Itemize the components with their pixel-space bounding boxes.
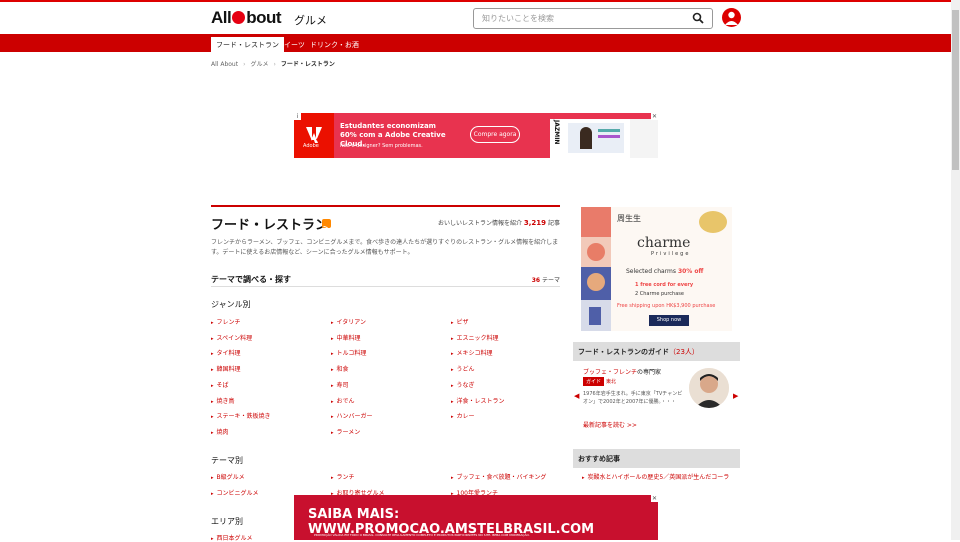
guide-avatar[interactable] bbox=[689, 368, 729, 408]
recommend-item[interactable]: ▸ 炭酸水とハイボールの歴史5／英国派が生んだコーラ bbox=[582, 472, 732, 481]
channel-title[interactable]: グルメ bbox=[294, 12, 327, 28]
guide-bio: 1976年岩手生まれ。手に東京「TVチャンピオン」で2002年と2007年に優勝… bbox=[583, 391, 683, 405]
list-item[interactable]: 寿司 bbox=[331, 380, 349, 389]
ad-bottom-close-icon[interactable]: ✕ bbox=[651, 495, 658, 502]
rss-icon[interactable] bbox=[322, 219, 331, 233]
main-content: フード・レストラン おいしいレストラン情報を紹介 3,219 記事 フレンチから… bbox=[211, 205, 560, 542]
list-item[interactable]: エスニック料理 bbox=[451, 333, 499, 342]
guide-more-link[interactable]: 最新記事を読む >> bbox=[583, 420, 637, 429]
theme-header: テーマで調べる・探す 36 テーマ bbox=[211, 267, 560, 287]
list-item[interactable]: ステーキ・鉄板焼き bbox=[211, 411, 271, 420]
theme-count: 36 テーマ bbox=[531, 277, 560, 284]
ad-bottom-fineprint: PROMOÇÃO VÁLIDA EM TODO O BRASIL. CONSUL… bbox=[314, 533, 530, 537]
list-item[interactable]: 和食 bbox=[331, 364, 349, 373]
ad-brand-name: charme bbox=[637, 235, 691, 251]
category-description: フレンチからラーメン、ブッフェ、コンビニグルメまで。食べ歩きの達人たちが選りすぐ… bbox=[211, 239, 559, 256]
list-item[interactable]: 焼肉 bbox=[211, 427, 229, 436]
list-item[interactable]: ランチ bbox=[331, 472, 355, 481]
nav-tab-drink[interactable]: ドリンク・お酒 bbox=[305, 37, 364, 52]
list-item[interactable]: 西日本グルメ bbox=[211, 533, 253, 542]
search-icon[interactable] bbox=[692, 12, 704, 24]
category-nav: フード・レストラン スイーツ ドリンク・お酒 bbox=[0, 34, 951, 52]
guide-area: 東北 bbox=[606, 379, 617, 385]
amstel-banner-ad[interactable]: SAIBA MAIS: WWW.PROMOCAO.AMSTELBRASIL.CO… bbox=[294, 495, 658, 540]
search-placeholder: 知りたいことを検索 bbox=[482, 14, 554, 23]
list-item[interactable]: イタリアン bbox=[331, 317, 367, 326]
ad-info-icon[interactable]: i bbox=[294, 113, 301, 120]
list-item[interactable]: 焼き鳥 bbox=[211, 396, 235, 405]
theme-section-title: テーマ別 bbox=[211, 456, 243, 465]
list-item[interactable]: カレー bbox=[451, 411, 475, 420]
guide-box-header: フード・レストランのガイド（23人） bbox=[573, 342, 740, 361]
list-item[interactable]: ピザ bbox=[451, 317, 469, 326]
adobe-banner-ad[interactable]: Adobe Estudantes economizam 60% com a Ad… bbox=[294, 113, 658, 158]
ad-close-icon[interactable]: ✕ bbox=[651, 113, 658, 120]
scrollbar-thumb[interactable] bbox=[952, 10, 959, 170]
ad-offer-line2: 1 free cord for every bbox=[635, 282, 694, 288]
guide-profile: ◀ ブッフェ・フレンチの専門家 ガイド 東北 1976年岩手生まれ。手に東京「T… bbox=[573, 362, 740, 438]
list-item[interactable]: ハンバーガー bbox=[331, 411, 373, 420]
ad-jazmin-text: JAZMIN bbox=[553, 120, 560, 145]
adobe-label: Adobe bbox=[303, 143, 319, 149]
list-item[interactable]: 韓国料理 bbox=[211, 364, 241, 373]
list-item[interactable]: うなぎ bbox=[451, 380, 475, 389]
ad-buy-button[interactable]: Compre agora bbox=[470, 126, 520, 143]
list-item[interactable]: おでん bbox=[331, 396, 355, 405]
ad-pattern-strip bbox=[581, 207, 611, 331]
genre-section-title: ジャンル別 bbox=[211, 300, 251, 309]
list-item[interactable]: コンビニグルメ bbox=[211, 488, 259, 497]
list-item[interactable]: ブッフェ・食べ放題・バイキング bbox=[451, 472, 547, 481]
allabout-logo[interactable]: All bout bbox=[211, 8, 282, 28]
theme-title: テーマで調べる・探す bbox=[211, 275, 291, 284]
list-item[interactable]: トルコ料理 bbox=[331, 348, 367, 357]
list-item[interactable]: うどん bbox=[451, 364, 475, 373]
breadcrumb-gourmet[interactable]: グルメ bbox=[251, 61, 269, 68]
ad-offer-line3: 2 Charme purchase bbox=[635, 291, 684, 297]
guide-badge: ガイド bbox=[583, 377, 605, 386]
area-section-title: エリア別 bbox=[211, 517, 243, 526]
recommend-header: おすすめ記事 bbox=[573, 449, 740, 468]
list-item[interactable]: 中華料理 bbox=[331, 333, 361, 342]
ad-subline: Não é designer? Sem problemas. bbox=[340, 143, 423, 149]
list-item[interactable]: スペイン料理 bbox=[211, 333, 253, 342]
page-title: フード・レストラン bbox=[211, 218, 329, 233]
charme-side-ad[interactable]: 周生生 charme Privilege Selected charms 30%… bbox=[581, 207, 732, 331]
breadcrumb: All About › グルメ › フード・レストラン bbox=[211, 61, 335, 68]
title-divider bbox=[211, 205, 560, 207]
site-header: All bout グルメ 知りたいことを検索 bbox=[0, 2, 960, 34]
ad-brand-cn: 周生生 bbox=[617, 214, 641, 223]
ad-offer-line4: Free shipping upon HK$3,900 purchase bbox=[617, 303, 716, 309]
breadcrumb-home[interactable]: All About bbox=[211, 61, 238, 68]
guide-name[interactable]: ブッフェ・フレンチの専門家 bbox=[583, 367, 661, 376]
list-item[interactable]: タイ料理 bbox=[211, 348, 241, 357]
list-item[interactable]: B級グルメ bbox=[211, 472, 245, 481]
list-item[interactable]: そば bbox=[211, 380, 229, 389]
ad-offer-line1: Selected charms 30% off bbox=[626, 268, 704, 275]
page-scrollbar[interactable] bbox=[951, 0, 960, 540]
list-item[interactable]: 洋食・レストラン bbox=[451, 396, 505, 405]
user-icon[interactable] bbox=[722, 8, 741, 27]
list-item[interactable]: フレンチ bbox=[211, 317, 241, 326]
ad-shop-now-button[interactable]: Shop now bbox=[649, 315, 689, 326]
breadcrumb-current: フード・レストラン bbox=[280, 61, 335, 68]
search-input[interactable]: 知りたいことを検索 bbox=[473, 8, 713, 29]
ad-privilege: Privilege bbox=[651, 251, 691, 257]
article-count: おいしいレストラン情報を紹介 3,219 記事 bbox=[437, 219, 560, 227]
list-item[interactable]: メキシコ料理 bbox=[451, 348, 493, 357]
guide-prev-icon[interactable]: ◀ bbox=[574, 392, 579, 400]
list-item[interactable]: ラーメン bbox=[331, 427, 361, 436]
ad-product-image bbox=[550, 119, 658, 158]
guide-next-icon[interactable]: ▶ bbox=[733, 392, 738, 400]
